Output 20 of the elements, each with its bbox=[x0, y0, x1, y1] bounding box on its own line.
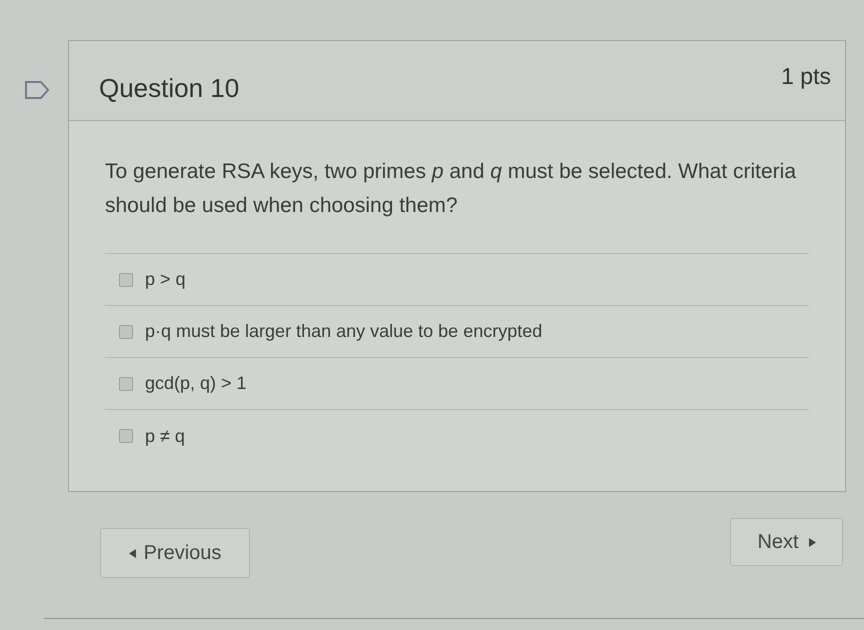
answer-option[interactable]: p·q must be larger than any value to be encrypted bbox=[105, 306, 809, 358]
caret-left-icon bbox=[128, 548, 136, 558]
checkbox[interactable] bbox=[119, 272, 133, 286]
answer-label: p > q bbox=[145, 268, 186, 291]
question-title: Question 10 bbox=[99, 72, 240, 105]
answer-option[interactable]: p ≠ q bbox=[105, 410, 809, 462]
next-button[interactable]: Next bbox=[730, 518, 843, 566]
checkbox[interactable] bbox=[119, 376, 133, 390]
checkbox[interactable] bbox=[119, 324, 133, 338]
answer-option[interactable]: p > q bbox=[105, 254, 809, 306]
answer-label: gcd(p, q) > 1 bbox=[145, 372, 247, 395]
caret-right-icon bbox=[808, 538, 816, 546]
answer-label: p ≠ q bbox=[145, 424, 185, 448]
points-label: 1 pts bbox=[781, 62, 831, 91]
checkbox[interactable] bbox=[119, 429, 133, 443]
previous-button[interactable]: Previous bbox=[100, 528, 250, 578]
question-text: To generate RSA keys, two primes p and q must be selected. What criteria should be used when choosing them? bbox=[105, 159, 798, 219]
bookmark-flag-icon[interactable] bbox=[24, 80, 50, 100]
answer-option[interactable]: gcd(p, q) > 1 bbox=[105, 358, 809, 410]
answer-label: p·q must be larger than any value to be encrypted bbox=[145, 320, 542, 343]
